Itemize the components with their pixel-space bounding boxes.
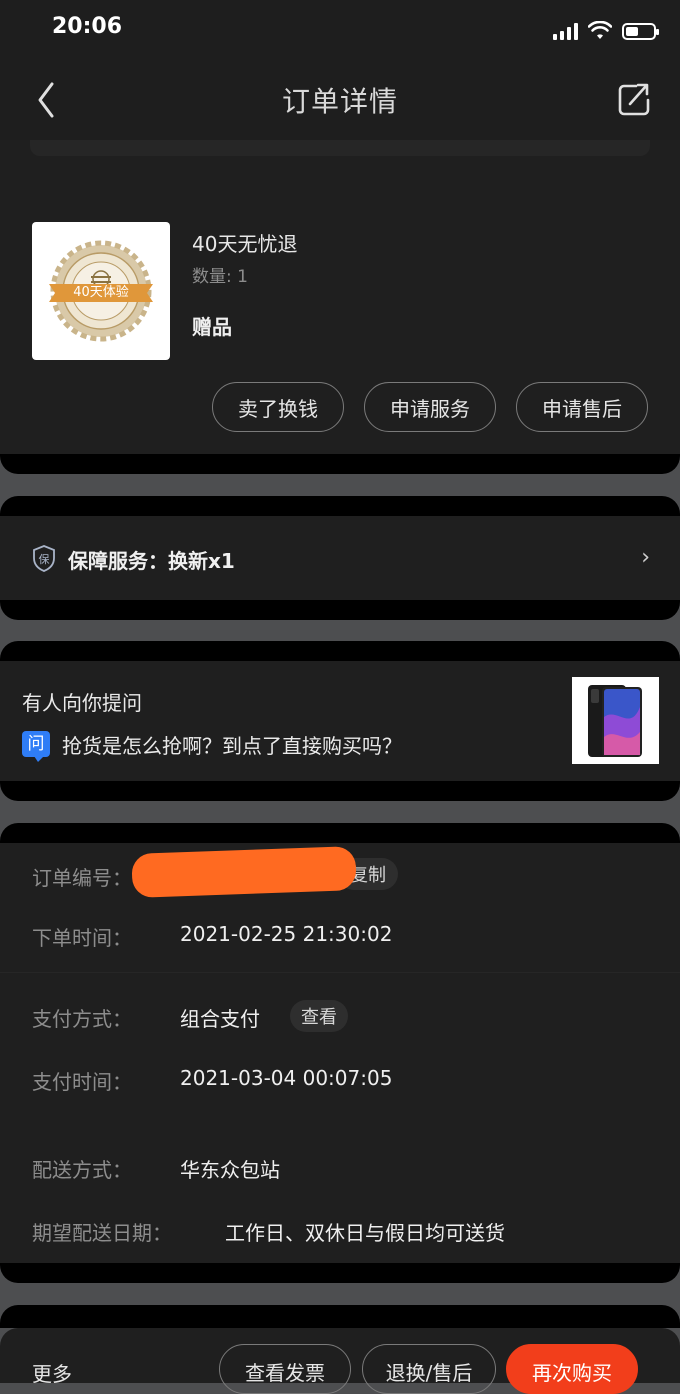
section-divider [0, 641, 680, 661]
delivery-method-label: 配送方式： [32, 1158, 132, 1182]
top-bar: 20:06 订单详情 [0, 0, 680, 140]
share-icon[interactable] [616, 80, 652, 118]
question-text: 抢货是怎么抢啊？到点了直接购买吗？ [62, 734, 402, 758]
section-divider [0, 454, 680, 474]
order-time-label: 下单时间： [32, 926, 132, 950]
section-divider [0, 1263, 680, 1283]
view-invoice-button[interactable]: 查看发票 [219, 1344, 351, 1394]
status-icons [553, 18, 659, 44]
return-after-sales-button[interactable]: 退换/售后 [362, 1344, 496, 1394]
expected-delivery-label: 期望配送日期： [32, 1221, 172, 1245]
order-number-label: 订单编号： [32, 866, 132, 890]
product-thumbnail[interactable]: 40天体验 [32, 222, 170, 360]
apply-service-button[interactable]: 申请服务 [364, 382, 496, 432]
question-product-thumbnail[interactable] [572, 677, 659, 764]
order-info-card [0, 843, 680, 1263]
product-quantity: 数量: 1 [192, 267, 248, 287]
section-divider [0, 600, 680, 620]
page-title: 订单详情 [281, 85, 398, 118]
status-time: 20:06 [52, 14, 123, 39]
redacted-order-number [131, 846, 357, 898]
question-title: 有人向你提问 [22, 691, 142, 715]
warranty-badge-icon: 40天体验 [49, 240, 153, 342]
order-info-divider [0, 972, 680, 973]
buy-again-button[interactable]: 再次购买 [506, 1344, 638, 1394]
question-badge-icon: 问 [22, 731, 50, 757]
shield-icon-char: 保 [39, 552, 50, 566]
payment-time-value: 2021-03-04 00:07:05 [180, 1066, 393, 1090]
wifi-icon [588, 21, 612, 39]
payment-time-label: 支付时间： [32, 1070, 132, 1094]
payment-method-value: 组合支付 [180, 1007, 260, 1031]
product-gift-tag: 赠品 [192, 315, 232, 339]
guarantee-label: 保障服务：换新x1 [68, 549, 235, 573]
warranty-badge-text: 40天体验 [73, 284, 129, 300]
delivery-method-value: 华东众包站 [180, 1158, 280, 1182]
expected-delivery-value: 工作日、双休日与假日均可送货 [225, 1221, 505, 1245]
sell-for-cash-button[interactable]: 卖了换钱 [212, 382, 344, 432]
order-time-value: 2021-02-25 21:30:02 [180, 922, 393, 946]
section-divider [0, 1305, 680, 1328]
phone-image-icon [588, 685, 642, 757]
chevron-right-icon[interactable]: › [641, 545, 650, 570]
payment-method-label: 支付方式： [32, 1007, 132, 1031]
signal-icon [553, 22, 578, 40]
shield-icon: 保 [33, 545, 55, 572]
card-edge-divider [30, 140, 650, 156]
battery-icon [622, 22, 659, 40]
section-divider [0, 781, 680, 801]
question-badge-tail [34, 756, 44, 762]
product-name: 40天无忧退 [192, 232, 298, 256]
section-divider [0, 496, 680, 516]
apply-after-sales-button[interactable]: 申请售后 [516, 382, 648, 432]
view-payment-button[interactable]: 查看 [290, 1000, 348, 1032]
section-divider [0, 823, 680, 843]
